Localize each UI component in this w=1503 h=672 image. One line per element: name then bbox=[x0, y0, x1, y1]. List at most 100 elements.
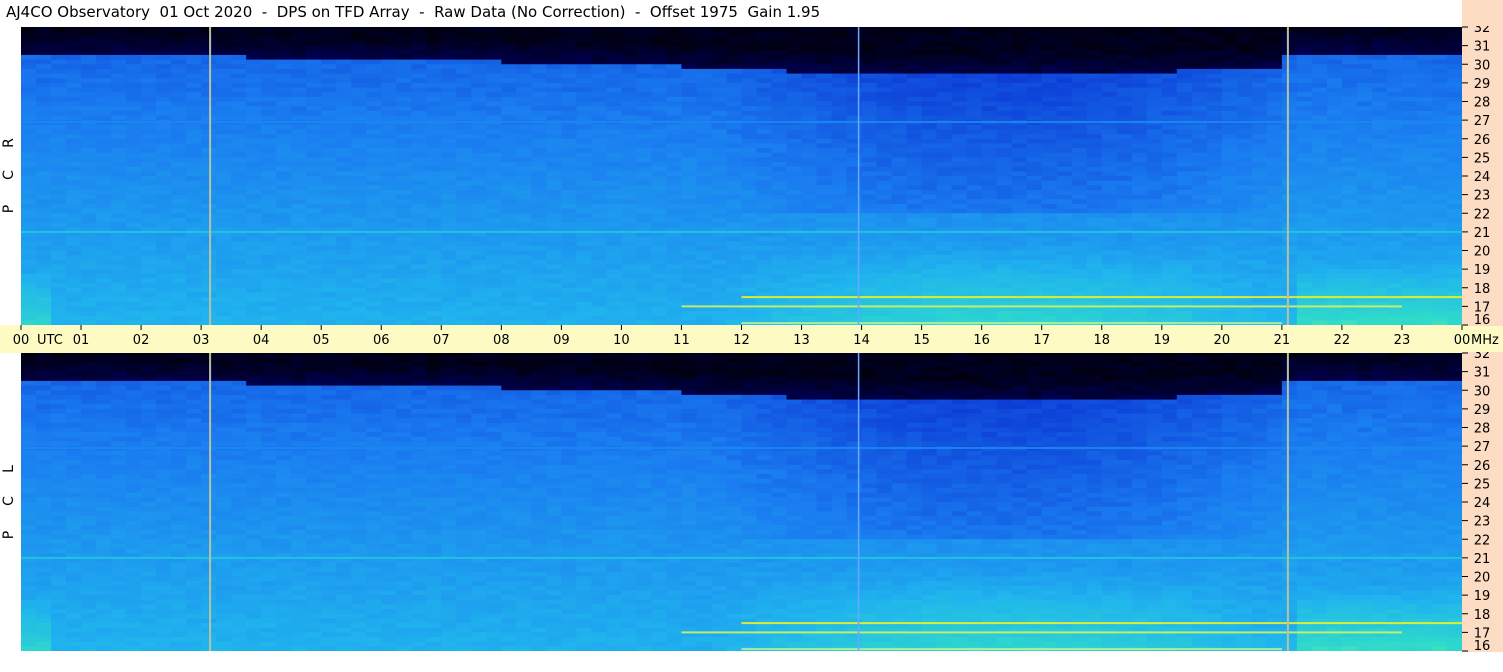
heatmap-cell bbox=[666, 143, 683, 149]
heatmap-cell bbox=[411, 36, 427, 42]
heatmap-cell bbox=[771, 236, 788, 242]
heatmap-cell bbox=[1086, 78, 1103, 84]
heatmap-cell bbox=[201, 185, 217, 191]
heatmap-cell bbox=[81, 138, 97, 145]
heatmap-cell bbox=[1341, 27, 1358, 33]
heatmap-cell bbox=[666, 87, 683, 93]
heatmap-cell bbox=[771, 134, 788, 140]
heatmap-cell bbox=[486, 138, 502, 145]
heatmap-cell bbox=[996, 245, 1013, 252]
heatmap-cell bbox=[666, 213, 683, 219]
heatmap-cell bbox=[231, 222, 247, 228]
heatmap-cell bbox=[66, 115, 82, 121]
heatmap-cell bbox=[1386, 241, 1403, 247]
heatmap-cell bbox=[1236, 110, 1253, 117]
heatmap-cell bbox=[1386, 110, 1403, 117]
heatmap-cell bbox=[276, 199, 292, 205]
heatmap-cell bbox=[381, 185, 397, 191]
heatmap-cell bbox=[1221, 194, 1238, 200]
heatmap-cell bbox=[936, 59, 953, 65]
heatmap-cell bbox=[441, 92, 457, 98]
heatmap-cell bbox=[816, 236, 833, 242]
heatmap-cell bbox=[351, 59, 367, 65]
heatmap-cell bbox=[906, 194, 923, 200]
heatmap-cell bbox=[531, 96, 547, 103]
heatmap-cell bbox=[1266, 166, 1283, 172]
heatmap-cell bbox=[1161, 45, 1178, 51]
heatmap-cell bbox=[591, 245, 608, 252]
heatmap-cell bbox=[1281, 180, 1298, 186]
heatmap-cell bbox=[246, 96, 262, 103]
heatmap-cell bbox=[711, 194, 728, 200]
heatmap-cell bbox=[81, 245, 97, 252]
heatmap-cell bbox=[36, 208, 52, 214]
heatmap-cell bbox=[1116, 92, 1133, 98]
heatmap-cell bbox=[351, 45, 367, 51]
heatmap-cell bbox=[276, 250, 292, 256]
heatmap-cell bbox=[351, 166, 367, 172]
heatmap-cell bbox=[1101, 264, 1118, 270]
heatmap-cell bbox=[711, 138, 728, 145]
heatmap-cell bbox=[21, 143, 37, 149]
heatmap-cell bbox=[666, 40, 683, 47]
heatmap-cell bbox=[171, 166, 187, 172]
heatmap-cell bbox=[36, 82, 52, 89]
heatmap-cell bbox=[231, 110, 247, 117]
heatmap-cell bbox=[681, 73, 698, 79]
heatmap-cell bbox=[1251, 148, 1268, 154]
heatmap-cell bbox=[81, 106, 97, 112]
heatmap-cell bbox=[411, 138, 427, 145]
heatmap-cell bbox=[606, 152, 623, 158]
heatmap-cell bbox=[576, 45, 592, 51]
heatmap-cell bbox=[831, 68, 848, 75]
heatmap-cell bbox=[516, 259, 532, 266]
heatmap-cell bbox=[1086, 217, 1103, 224]
heatmap-cell bbox=[741, 101, 758, 107]
heatmap-cell bbox=[396, 166, 412, 172]
heatmap-cell bbox=[816, 208, 833, 214]
heatmap-cell bbox=[1146, 64, 1163, 70]
heatmap-cell bbox=[411, 82, 427, 89]
heatmap-cell bbox=[1281, 36, 1298, 42]
heatmap-cell bbox=[936, 203, 953, 210]
heatmap-cell bbox=[621, 92, 638, 98]
heatmap-cell bbox=[501, 50, 517, 56]
heatmap-cell bbox=[816, 148, 833, 154]
heatmap-cell bbox=[1356, 124, 1373, 131]
heatmap-cell bbox=[1176, 222, 1193, 228]
heatmap-cell bbox=[141, 241, 157, 247]
heatmap-cell bbox=[486, 92, 502, 98]
heatmap-cell bbox=[171, 217, 187, 224]
heatmap-cell bbox=[801, 73, 818, 79]
heatmap-cell bbox=[651, 176, 668, 182]
heatmap-cell bbox=[1281, 138, 1298, 145]
heatmap-cell bbox=[1206, 50, 1223, 56]
heatmap-cell bbox=[501, 222, 517, 228]
heatmap-cell bbox=[621, 96, 638, 103]
heatmap-cell bbox=[1221, 50, 1238, 56]
heatmap-cell bbox=[21, 213, 37, 219]
heatmap-cell bbox=[741, 73, 758, 79]
heatmap-cell bbox=[1191, 110, 1208, 117]
heatmap-cell bbox=[1161, 92, 1178, 98]
heatmap-cell bbox=[1326, 245, 1343, 252]
heatmap-cell bbox=[111, 222, 127, 228]
heatmap-cell bbox=[1086, 203, 1103, 210]
heatmap-cell bbox=[1251, 152, 1268, 158]
heatmap-cell bbox=[111, 259, 127, 266]
heatmap-cell bbox=[1266, 194, 1283, 200]
heatmap-cell bbox=[1356, 152, 1373, 158]
heatmap-cell bbox=[501, 59, 517, 65]
heatmap-cell bbox=[456, 101, 472, 107]
heatmap-cell bbox=[951, 78, 968, 84]
heatmap-cell bbox=[756, 199, 773, 205]
heatmap-cell bbox=[1371, 245, 1388, 252]
heatmap-cell bbox=[231, 40, 247, 47]
heatmap-cell bbox=[816, 162, 833, 168]
heatmap-cell bbox=[891, 250, 908, 256]
heatmap-cell bbox=[336, 138, 352, 145]
heatmap-cell bbox=[456, 78, 472, 84]
heatmap-cell bbox=[171, 152, 187, 158]
heatmap-cell bbox=[486, 78, 502, 84]
heatmap-cell bbox=[666, 134, 683, 140]
